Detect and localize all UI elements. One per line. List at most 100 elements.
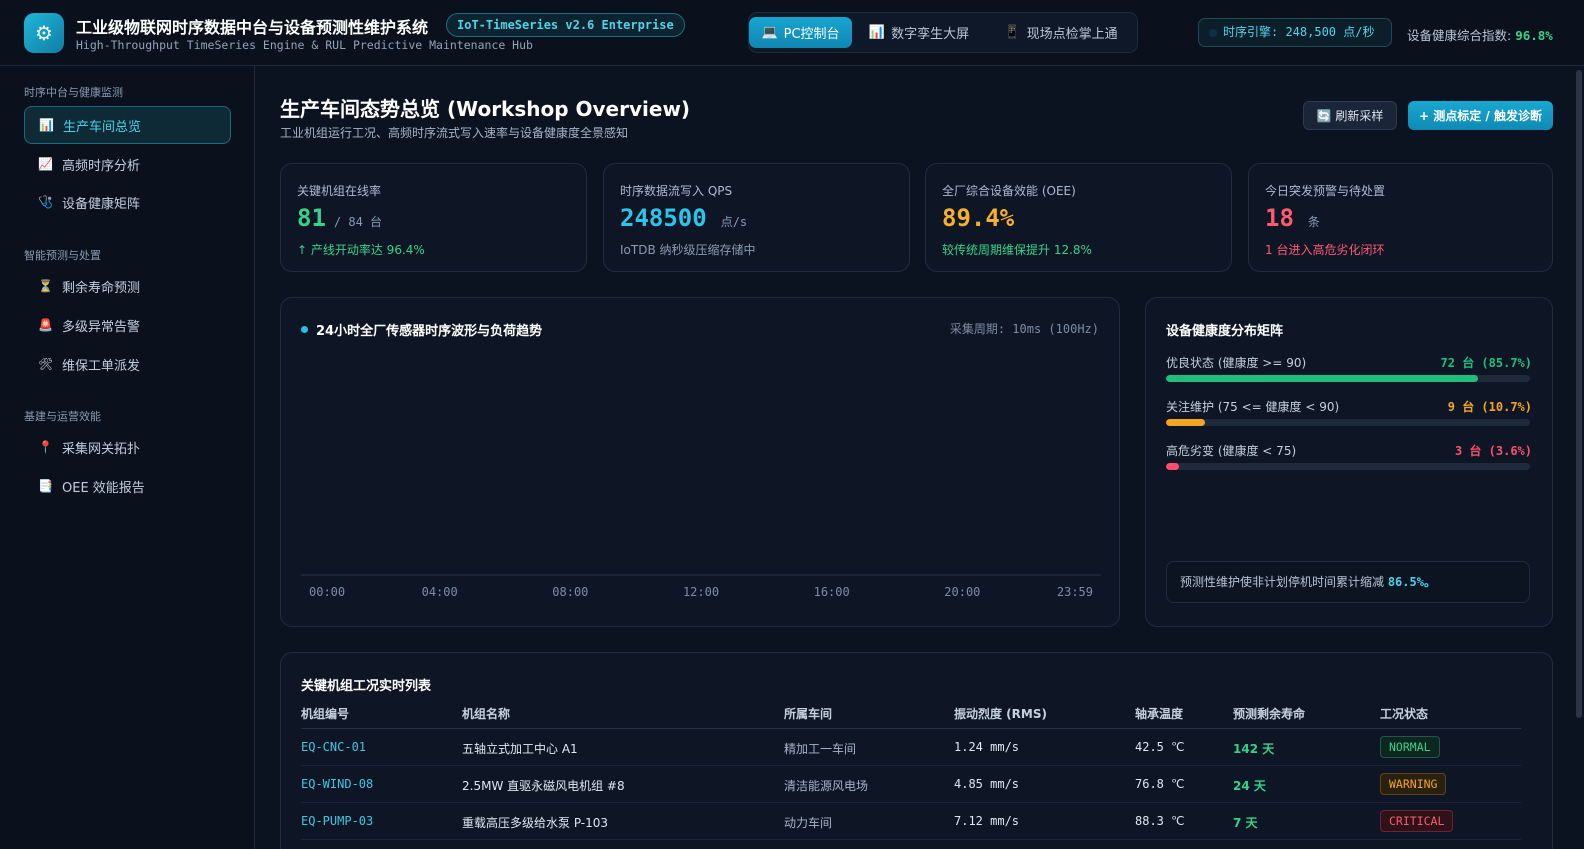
bullet-dot-icon	[301, 326, 308, 333]
stethoscope-icon: 🩺	[38, 195, 53, 209]
equipment-name: 五轴立式加工中心 A1	[462, 742, 578, 756]
engine-rate-badge: 时序引擎: 248,500 点/秒	[1198, 18, 1392, 47]
chart-title-text: 24小时全厂传感器时序波形与负荷趋势	[316, 324, 543, 339]
mode-mobile-inspection[interactable]: 📱 现场点检掌上通	[994, 17, 1128, 48]
refresh-sample-button[interactable]: 🔄 刷新采样	[1303, 101, 1397, 130]
kpi-card-write-qps: 时序数据流写入 QPS 248500 点/s IoTDB 纳秒级压缩存储中	[603, 163, 910, 272]
mode-label: 数字孪生大屏	[891, 27, 970, 42]
x-tick-label: 12:00	[683, 585, 719, 599]
kpi-suffix: 条	[1307, 215, 1320, 229]
kpi-card-online-rate: 关键机组在线率 81 / 84 台 ↑ 产线开动率达 96.4%	[280, 163, 587, 272]
health-bar-good	[1166, 375, 1530, 382]
mode-switcher: 💻 PC控制台 📊 数字孪生大屏 📱 现场点检掌上通	[748, 12, 1138, 53]
sidebar-item-oee-report[interactable]: 📑 OEE 效能报告	[24, 467, 231, 505]
equipment-id[interactable]: EQ-CNC-01	[301, 740, 366, 754]
sidebar-item-label: 高频时序分析	[62, 158, 141, 174]
sidebar-item-workshop-overview[interactable]: 📊 生产车间总览	[24, 106, 231, 144]
sidebar: 时序中台与健康监测 📊 生产车间总览 📈 高频时序分析 🩺 设备健康矩阵 智能预…	[0, 66, 255, 849]
bearing-temp: 76.8 ℃	[1135, 777, 1185, 791]
health-bar-fill	[1166, 463, 1180, 470]
sidebar-item-label: 设备健康矩阵	[62, 196, 141, 212]
health-bar-attention	[1166, 419, 1530, 426]
kpi-card-alerts: 今日突发预警与待处置 18 条 1 台进入高危劣化闭环	[1248, 163, 1553, 272]
table-row[interactable]	[301, 840, 1521, 849]
table-row[interactable]: EQ-PUMP-03 重载高压多级给水泵 P-103 动力车间 7.12 mm/…	[301, 803, 1521, 840]
siren-icon: 🚨	[38, 318, 53, 332]
sidebar-item-label: 多级异常告警	[62, 319, 141, 335]
kpi-suffix: 点/s	[720, 215, 748, 229]
health-bar-fill	[1166, 419, 1205, 426]
status-badge: WARNING	[1380, 773, 1447, 795]
health-distribution-card: 设备健康度分布矩阵 优良状态 (健康度 >= 90) 72 台 (85.7%) …	[1145, 297, 1553, 627]
health-bar-critical	[1166, 463, 1530, 470]
note-text: 预测性维护使非计划停机时间累计缩减	[1180, 575, 1388, 589]
laptop-icon: 💻	[761, 25, 778, 40]
kpi-value: 248500 点/s	[620, 204, 747, 232]
health-index: 设备健康综合指数: 96.8%	[1407, 25, 1553, 44]
kpi-number: 248500	[620, 204, 707, 232]
sidebar-item-health-matrix[interactable]: 🩺 设备健康矩阵	[24, 183, 231, 221]
chart-title: 24小时全厂传感器时序波形与负荷趋势	[301, 320, 542, 339]
mode-label: 现场点检掌上通	[1026, 27, 1118, 42]
sidebar-item-label: 采集网关拓扑	[62, 441, 141, 457]
health-index-value: 96.8%	[1515, 28, 1553, 43]
mode-pc-console[interactable]: 💻 PC控制台	[749, 17, 852, 48]
bearing-temp: 42.5 ℃	[1135, 740, 1185, 754]
kpi-number: 89.4%	[942, 204, 1015, 232]
engine-rate-text: 时序引擎: 248,500 点/秒	[1223, 25, 1375, 39]
x-tick-label: 20:00	[944, 585, 980, 599]
remaining-life: 142 天	[1233, 742, 1275, 756]
version-badge: IoT-TimeSeries v2.6 Enterprise	[446, 13, 685, 37]
app-subtitle: High-Throughput TimeSeries Engine & RUL …	[76, 38, 533, 52]
top-header: ⚙ 工业级物联网时序数据中台与设备预测性维护系统 IoT-TimeSeries …	[0, 0, 1584, 66]
table-row[interactable]: EQ-WIND-08 2.5MW 直驱永磁风电机组 #8 清洁能源风电场 4.8…	[301, 766, 1521, 803]
hourglass-icon: ⏳	[38, 279, 53, 293]
sidebar-item-alerts[interactable]: 🚨 多级异常告警	[24, 306, 231, 344]
chart-icon: 📊	[868, 25, 886, 40]
chart-sampling-period: 采集周期: 10ms (100Hz)	[949, 322, 1099, 336]
health-row-value: 3 台 (3.6%)	[1454, 444, 1532, 458]
pin-icon: 📍	[38, 440, 53, 454]
status-badge: CRITICAL	[1380, 810, 1454, 832]
health-row-value: 72 台 (85.7%)	[1440, 356, 1532, 370]
column-header: 机组名称	[462, 707, 511, 721]
health-index-label: 设备健康综合指数:	[1407, 28, 1516, 43]
trend-chart: 00:00 04:00 08:00 12:00 16:00 20:00 23:59	[301, 574, 1101, 599]
column-header: 预测剩余寿命	[1233, 707, 1306, 721]
equipment-id[interactable]: EQ-PUMP-03	[301, 814, 373, 828]
page-title: 生产车间态势总览 (Workshop Overview)	[280, 97, 691, 121]
mode-digital-twin[interactable]: 📊 数字孪生大屏	[861, 17, 977, 48]
sidebar-item-rul-prediction[interactable]: ⏳ 剩余寿命预测	[24, 267, 231, 305]
equipment-name: 重载高压多级给水泵 P-103	[462, 816, 609, 830]
sidebar-item-gateway-topology[interactable]: 📍 采集网关拓扑	[24, 428, 231, 466]
sidebar-item-work-orders[interactable]: 🛠 维保工单派发	[24, 345, 231, 383]
table-row[interactable]: EQ-CNC-01 五轴立式加工中心 A1 精加工一车间 1.24 mm/s 4…	[301, 729, 1521, 766]
app-title: 工业级物联网时序数据中台与设备预测性维护系统	[76, 18, 429, 37]
sidebar-item-timeseries-analysis[interactable]: 📈 高频时序分析	[24, 145, 231, 183]
kpi-label: 今日突发预警与待处置	[1265, 184, 1386, 198]
health-row-value: 9 台 (10.7%)	[1447, 400, 1532, 414]
calibrate-diagnose-button[interactable]: + 测点标定 / 触发诊断	[1408, 101, 1553, 130]
report-icon: 📑	[38, 479, 53, 493]
kpi-note: IoTDB 纳秒级压缩存储中	[620, 243, 756, 257]
x-tick-label: 00:00	[309, 585, 345, 599]
column-header: 轴承温度	[1135, 707, 1184, 721]
equipment-name: 2.5MW 直驱永磁风电机组 #8	[462, 779, 625, 793]
table-title: 关键机组工况实时列表	[301, 679, 432, 694]
remaining-life: 7 天	[1233, 816, 1258, 830]
kpi-label: 全厂综合设备效能 (OEE)	[942, 184, 1076, 198]
health-row-label: 关注维护 (75 <= 健康度 < 90)	[1166, 400, 1340, 414]
column-header: 工况状态	[1380, 707, 1429, 721]
kpi-note: 较传统周期维保提升 12.8%	[942, 243, 1092, 257]
page-scrollbar[interactable]	[1576, 70, 1582, 718]
kpi-label: 时序数据流写入 QPS	[620, 184, 733, 198]
vibration-rms: 1.24 mm/s	[954, 740, 1020, 754]
equipment-id[interactable]: EQ-WIND-08	[301, 777, 373, 791]
vibration-rms: 7.12 mm/s	[954, 814, 1020, 828]
column-header: 振动烈度 (RMS)	[954, 707, 1047, 721]
column-header: 所属车间	[784, 707, 833, 721]
bearing-temp: 88.3 ℃	[1135, 814, 1185, 828]
page-subtitle: 工业机组运行工况、高频时序流式写入速率与设备健康度全景感知	[280, 126, 629, 140]
kpi-value: 81 / 84 台	[297, 204, 382, 232]
workshop: 动力车间	[784, 816, 833, 830]
